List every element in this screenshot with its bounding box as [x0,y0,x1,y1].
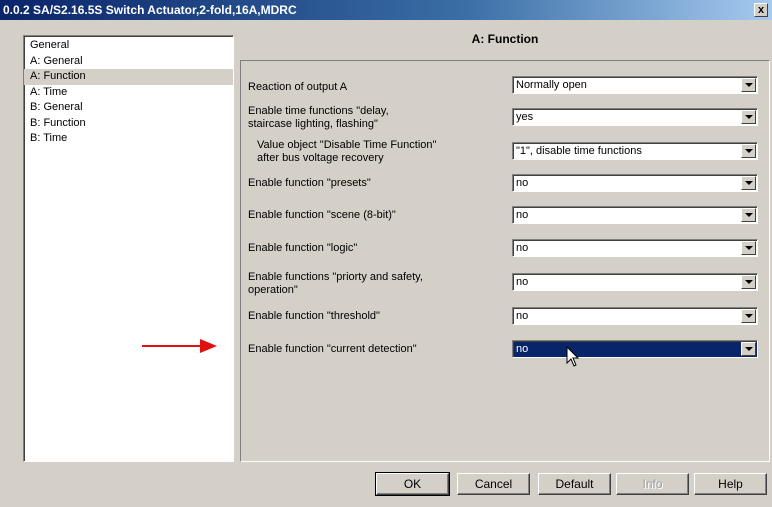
chevron-down-icon[interactable] [741,309,756,323]
chevron-down-icon[interactable] [741,208,756,222]
window-title: 0.0.2 SA/S2.16.5S Switch Actuator,2-fold… [3,3,297,17]
param-label: Enable function "presets" [248,177,371,189]
panel-title: A: Function [471,32,539,46]
help-button[interactable]: Help [694,473,767,495]
chevron-down-icon[interactable] [741,342,756,356]
nav-item-a-time[interactable]: A: Time [24,85,233,101]
select-value: "1", disable time functions [516,145,642,157]
nav-item-b-general[interactable]: B: General [24,100,233,116]
select-value: no [516,177,529,189]
presets-select[interactable]: no [512,174,758,192]
priority-safety-select[interactable]: no [512,273,758,291]
param-label: Enable function "threshold" [248,310,380,322]
chevron-down-icon[interactable] [741,78,756,92]
select-value: no [516,310,529,322]
param-label: Value object "Disable Time Function" aft… [257,139,437,164]
threshold-select[interactable]: no [512,307,758,325]
disable-time-value-select[interactable]: "1", disable time functions [512,142,758,160]
nav-item-b-function[interactable]: B: Function [24,116,233,132]
info-button[interactable]: Info [616,473,689,495]
scene-select[interactable]: no [512,206,758,224]
nav-item-general[interactable]: General [24,38,233,54]
chevron-down-icon[interactable] [741,241,756,255]
chevron-down-icon[interactable] [741,110,756,124]
param-label: Reaction of output A [248,81,348,93]
select-value: no [516,209,529,221]
select-value: Normally open [516,79,587,91]
current-detection-select[interactable]: no [512,340,758,358]
title-bar: 0.0.2 SA/S2.16.5S Switch Actuator,2-fold… [0,0,772,20]
default-button[interactable]: Default [538,473,611,495]
cancel-button[interactable]: Cancel [457,473,530,495]
mouse-pointer-icon [566,346,580,367]
annotation-arrow-icon [142,339,217,353]
select-value: no [516,343,529,355]
param-label: Enable function "current detection" [248,343,417,355]
select-value: yes [516,111,534,123]
param-label: Enable function "logic" [248,242,358,254]
param-label: Enable functions "priorty and safety, op… [248,271,423,296]
time-functions-select[interactable]: yes [512,108,758,126]
ok-button[interactable]: OK [375,472,450,496]
chevron-down-icon[interactable] [741,144,756,158]
close-icon: x [757,4,765,16]
nav-item-a-function[interactable]: A: Function [24,69,233,85]
nav-item-b-time[interactable]: B: Time [24,131,233,147]
logic-select[interactable]: no [512,239,758,257]
chevron-down-icon[interactable] [741,176,756,190]
dialog-body: General A: General A: Function A: Time B… [0,20,772,507]
select-value: no [516,276,529,288]
select-value: no [516,242,529,254]
parameter-nav-list: General A: General A: Function A: Time B… [23,35,234,462]
param-label: Enable time functions "delay, staircase … [248,105,389,130]
parameter-panel: Reaction of output A Normally open Enabl… [240,60,770,462]
nav-item-a-general[interactable]: A: General [24,54,233,70]
close-button[interactable]: x [754,3,768,17]
param-label: Enable function "scene (8-bit)" [248,209,396,221]
chevron-down-icon[interactable] [741,275,756,289]
reaction-output-select[interactable]: Normally open [512,76,758,94]
